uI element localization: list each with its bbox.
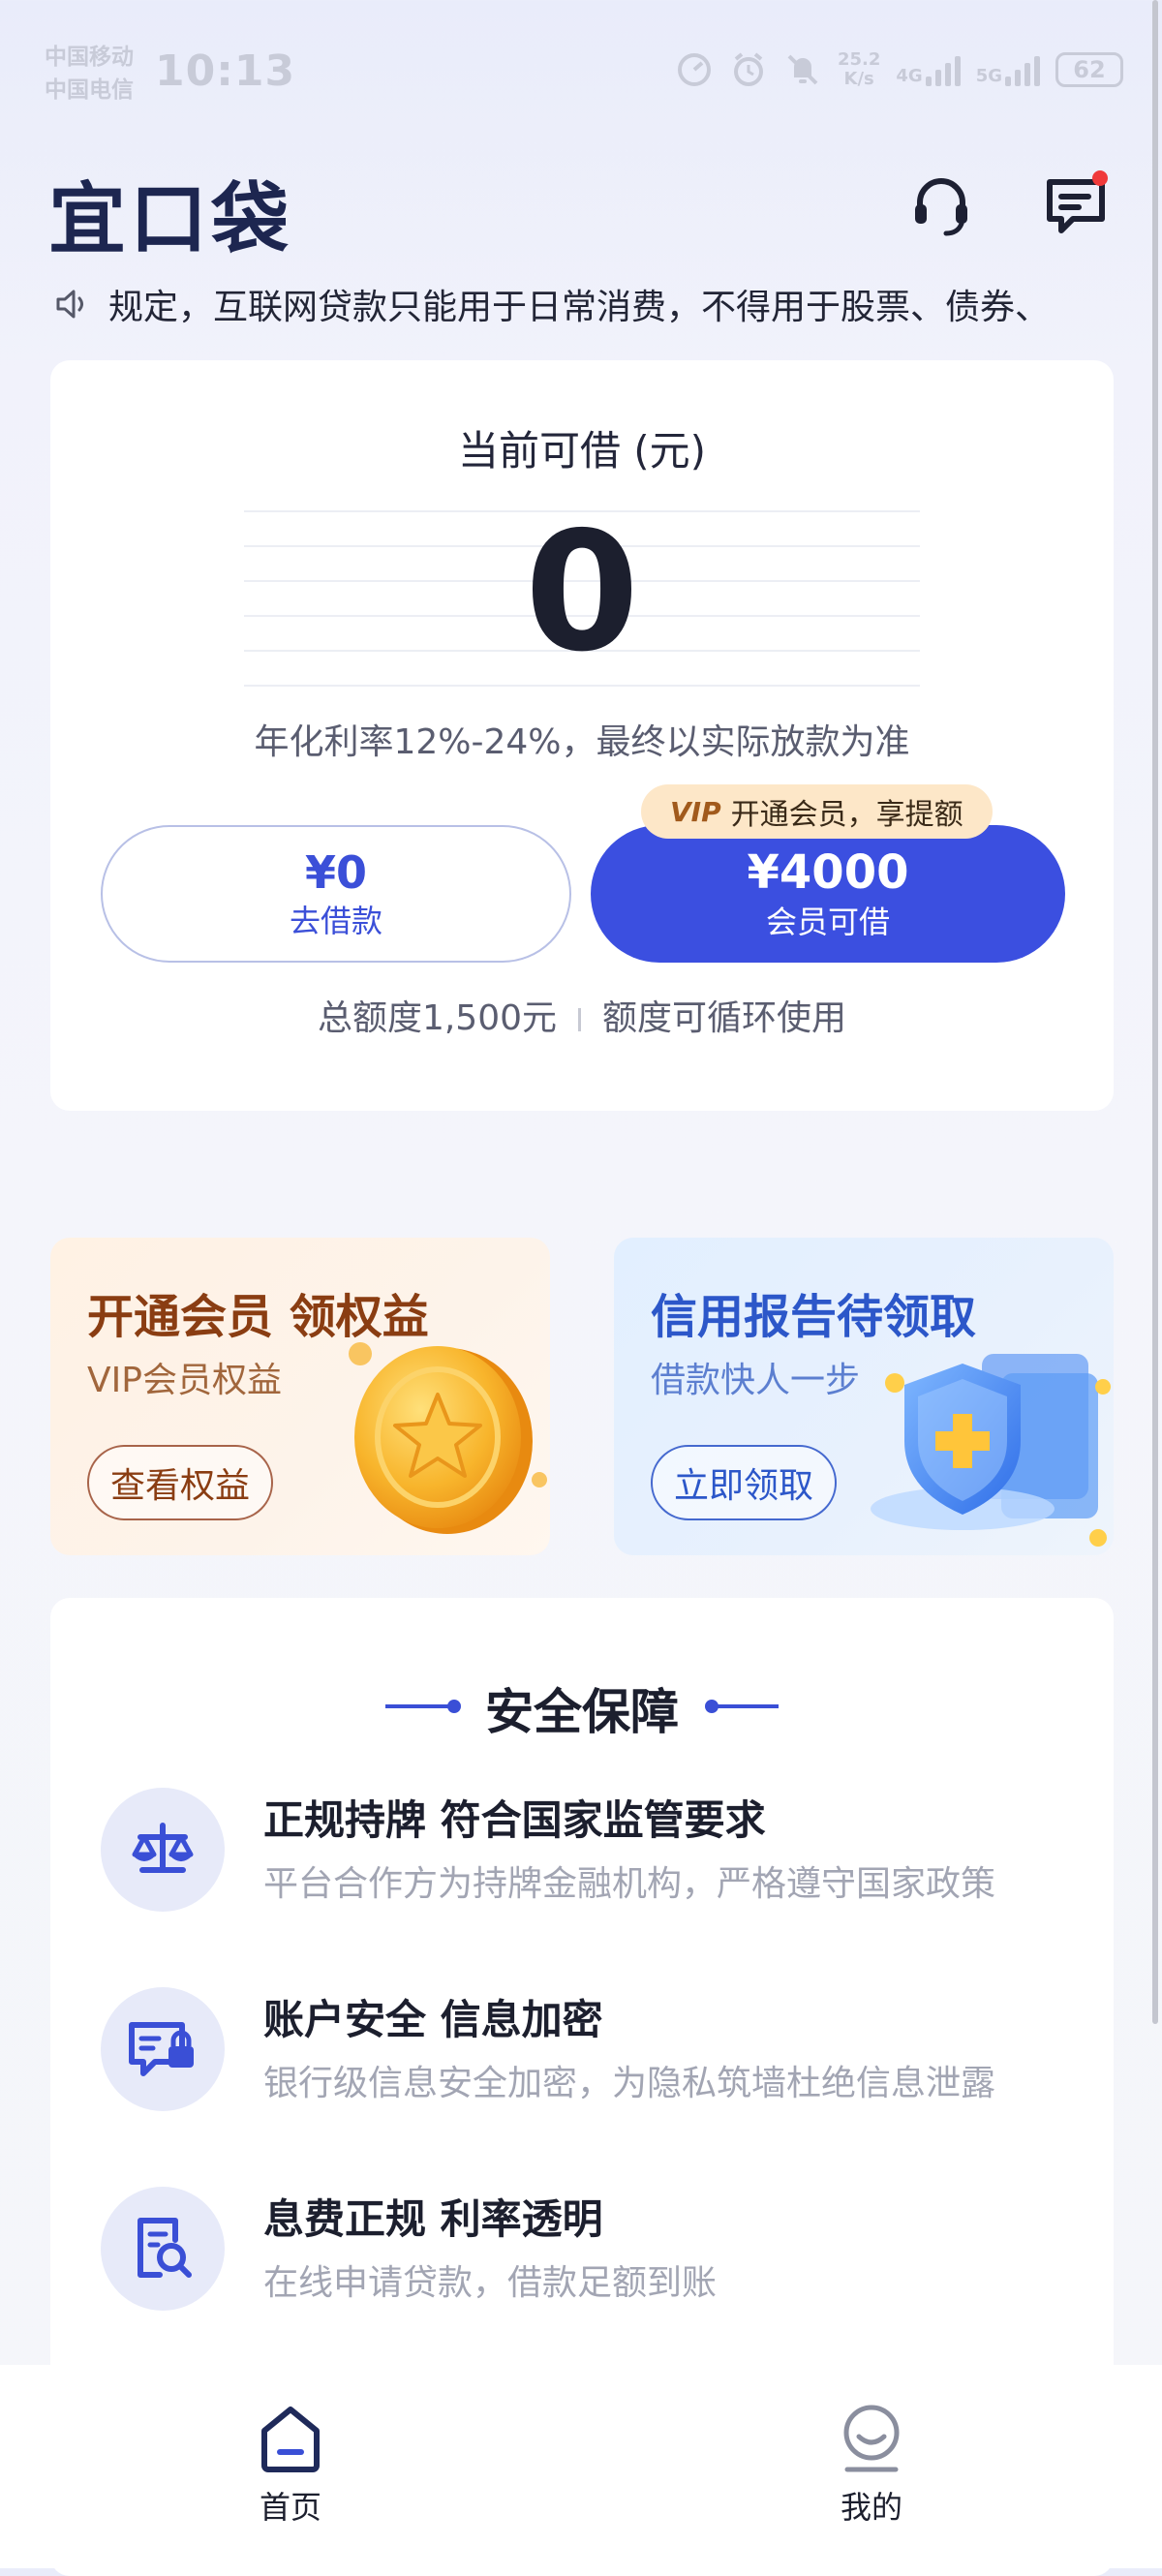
vip-badge[interactable]: VIP 开通会员，享提额 xyxy=(641,784,993,839)
feature-description: 平台合作方为持牌金融机构，严格遵守国家政策 xyxy=(263,1864,996,1904)
headset-icon xyxy=(915,178,967,236)
notice-bar[interactable]: 规定，互联网贷款只能用于日常消费，不得用于股票、债券、 xyxy=(52,277,1127,331)
secure-card-icon xyxy=(101,1987,225,2111)
net-type-1: 4G xyxy=(896,66,923,86)
mute-icon xyxy=(783,50,822,89)
view-benefits-button[interactable]: 查看权益 xyxy=(87,1445,274,1520)
vip-button-amount: ¥4000 xyxy=(747,845,909,900)
vip-loan-button[interactable]: ¥4000 会员可借 xyxy=(591,825,1065,963)
carrier-1: 中国移动 xyxy=(45,45,134,70)
battery-indicator: 62 xyxy=(1055,52,1123,87)
gold-coin-icon xyxy=(349,1342,547,1534)
feature-title: 正规持牌 符合国家监管要求 xyxy=(263,1796,766,1844)
credit-report-card[interactable]: 信用报告待领取 借款快人一步 立即领取 xyxy=(614,1238,1114,1555)
speaker-icon xyxy=(56,290,83,319)
data-saver-icon xyxy=(675,50,714,89)
credit-promo-title: 信用报告待领取 xyxy=(651,1290,977,1344)
document-search-icon xyxy=(101,2187,225,2311)
title-decoration-right xyxy=(711,1704,779,1708)
loan-button-amount: ¥0 xyxy=(304,846,367,899)
quota-note: 额度可循环使用 xyxy=(602,998,847,1038)
vip-promo-card[interactable]: 开通会员 领权益 VIP会员权益 查看权益 xyxy=(50,1238,550,1555)
feature-title: 账户安全 信息加密 xyxy=(263,1996,603,2043)
bottom-nav: 首页 我的 xyxy=(0,2365,1162,2568)
vip-badge-text: 开通会员，享提额 xyxy=(730,798,963,832)
net-speed-value: 25.2 xyxy=(837,49,881,70)
net-type-2: 5G xyxy=(975,66,1002,86)
signal-bars-icon xyxy=(1005,53,1040,86)
clock: 10:13 xyxy=(155,46,296,96)
nav-item-home[interactable]: 首页 xyxy=(184,2404,397,2528)
net-speed-unit: K/s xyxy=(843,69,874,89)
net-speed: 25.2 K/s xyxy=(838,50,880,89)
nav-label-home: 首页 xyxy=(259,2489,321,2526)
notice-text: 规定，互联网贷款只能用于日常消费，不得用于股票、债券、 xyxy=(108,288,1051,327)
vip-tag: VIP xyxy=(670,795,721,828)
available-title: 当前可借 (元) xyxy=(457,427,707,475)
feature-description: 在线申请贷款，借款足额到账 xyxy=(263,2263,718,2303)
status-bar: 中国移动 中国电信 10:13 25.2 K/s 4G 5G 62 xyxy=(0,0,1162,145)
alarm-icon xyxy=(729,50,768,89)
quota-total: 总额度1,500元 xyxy=(317,998,558,1038)
vip-promo-title: 开通会员 领权益 xyxy=(87,1290,429,1344)
home-icon xyxy=(261,2407,320,2472)
feature-description: 银行级信息安全加密，为隐私筑墙杜绝信息泄露 xyxy=(263,2064,996,2103)
shield-icon xyxy=(871,1354,1111,1547)
loan-button-label: 去借款 xyxy=(289,903,382,939)
signal-2: 5G xyxy=(976,53,1040,86)
loan-button[interactable]: ¥0 去借款 xyxy=(101,825,571,963)
scale-icon xyxy=(101,1788,225,1912)
carrier-2: 中国电信 xyxy=(45,77,134,103)
quota-divider xyxy=(578,1008,582,1031)
credit-promo-subtitle: 借款快人一步 xyxy=(651,1361,861,1400)
message-button[interactable] xyxy=(1036,165,1117,246)
message-icon xyxy=(1047,170,1108,233)
nav-label-mine: 我的 xyxy=(840,2489,902,2526)
claim-now-button[interactable]: 立即领取 xyxy=(651,1445,838,1520)
profile-icon xyxy=(843,2405,900,2472)
app-logo: 宜口袋 xyxy=(48,174,292,264)
safety-title: 安全保障 xyxy=(485,1684,679,1740)
loan-card: 当前可借 (元) 0 年化利率12%-24%，最终以实际放款为准 ¥0 去借款 … xyxy=(50,360,1114,1111)
vip-promo-subtitle: VIP会员权益 xyxy=(87,1361,282,1400)
customer-service-button[interactable] xyxy=(901,165,982,246)
scrollbar[interactable] xyxy=(1152,0,1158,2024)
nav-item-mine[interactable]: 我的 xyxy=(765,2404,978,2528)
vip-button-label: 会员可借 xyxy=(765,904,890,940)
carrier-info: 中国移动 中国电信 xyxy=(45,41,134,107)
signal-bars-icon xyxy=(925,53,961,86)
feature-title: 息费正规 利率透明 xyxy=(263,2195,603,2243)
quota-info: 总额度1,500元 额度可循环使用 xyxy=(50,990,1114,1040)
status-icons: 25.2 K/s 4G 5G 62 xyxy=(675,50,1123,89)
available-amount: 0 xyxy=(524,497,640,689)
signal-1: 4G xyxy=(896,53,961,86)
interest-rate-note: 年化利率12%-24%，最终以实际放款为准 xyxy=(254,722,910,762)
